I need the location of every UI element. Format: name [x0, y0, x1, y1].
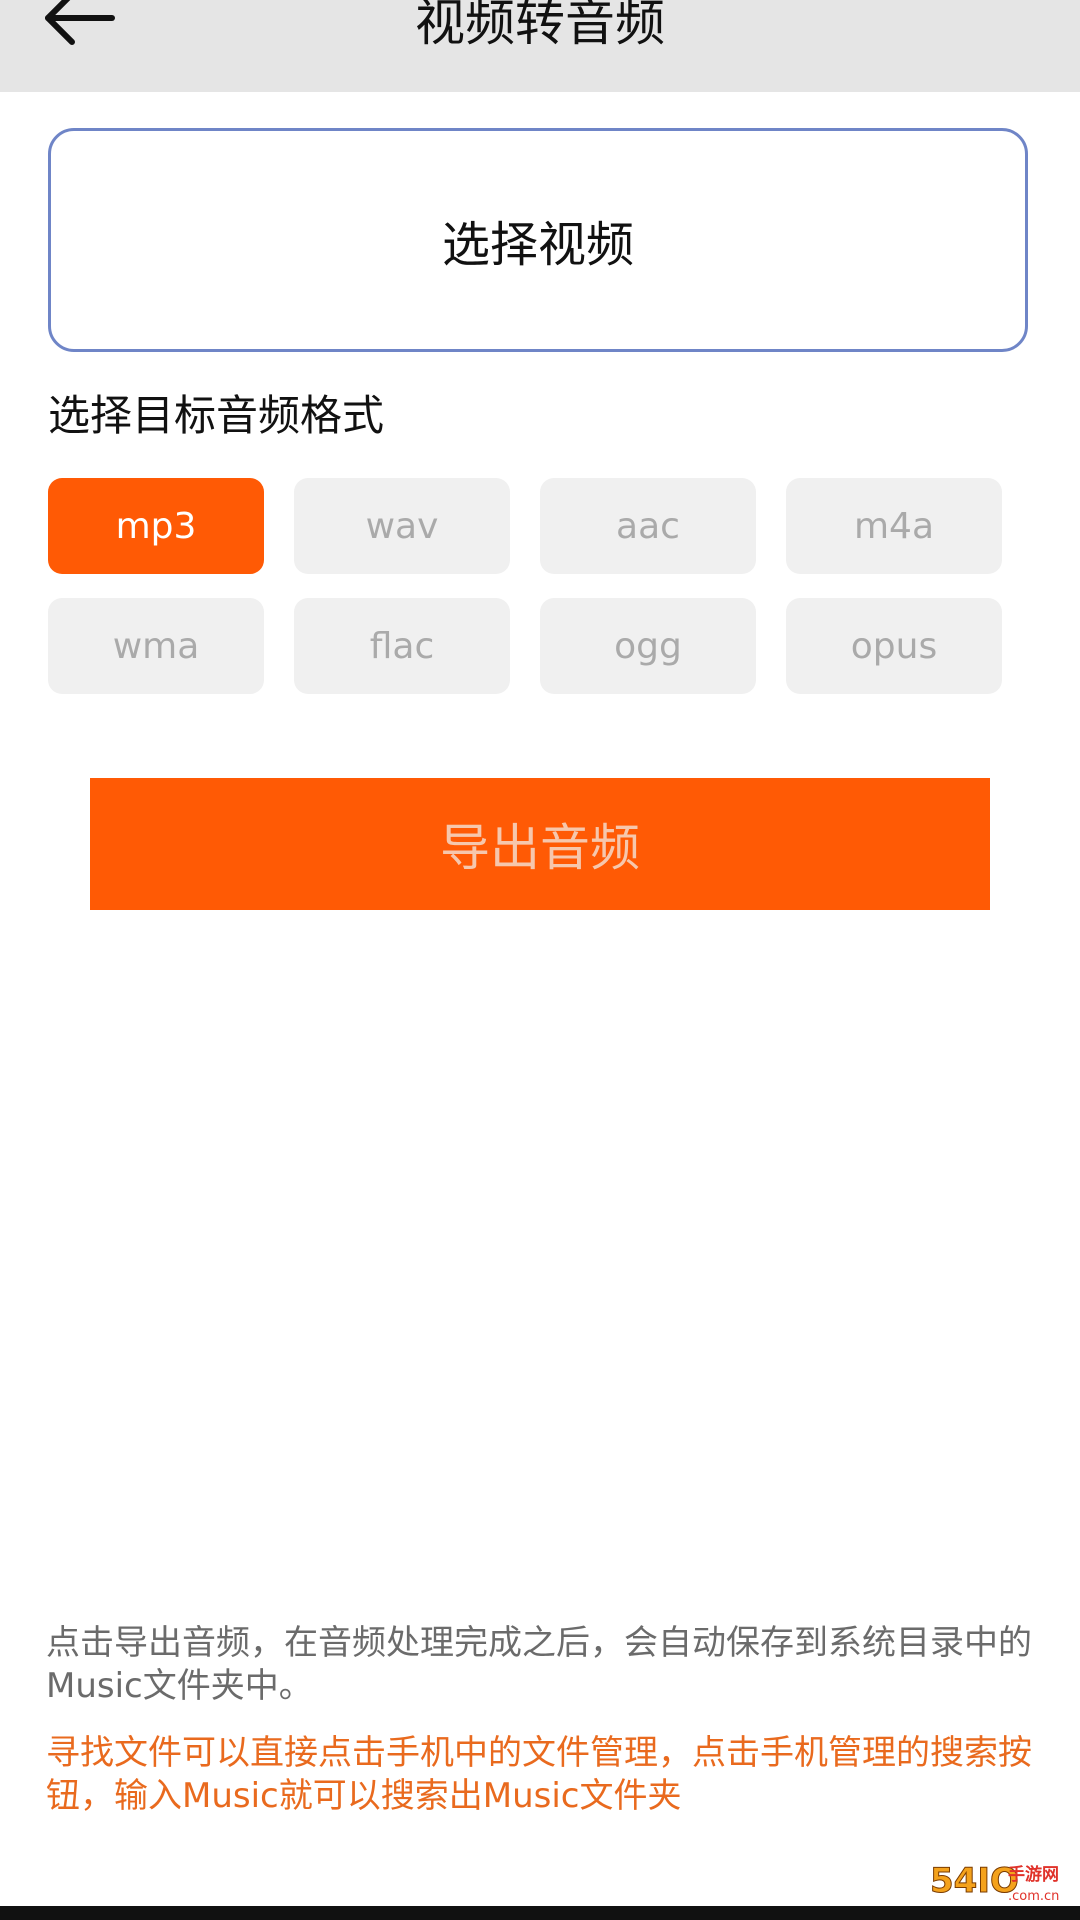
svg-text:.com.cn: .com.cn — [1008, 1889, 1059, 1904]
format-option-ogg[interactable]: ogg — [540, 598, 756, 694]
select-video-button[interactable]: 选择视频 — [48, 128, 1028, 352]
system-nav-bar — [0, 1906, 1080, 1920]
format-option-wav[interactable]: wav — [294, 478, 510, 574]
svg-text:手游网: 手游网 — [1008, 1864, 1059, 1885]
format-option-flac[interactable]: flac — [294, 598, 510, 694]
export-audio-button[interactable]: 导出音频 — [90, 778, 990, 910]
page-title: 视频转音频 — [415, 0, 665, 52]
svg-text:54IO: 54IO — [930, 1861, 1019, 1901]
format-section-label: 选择目标音频格式 — [48, 391, 385, 440]
format-option-mp3[interactable]: mp3 — [48, 478, 264, 574]
format-option-aac[interactable]: aac — [540, 478, 756, 574]
format-option-opus[interactable]: opus — [786, 598, 1002, 694]
format-option-m4a[interactable]: m4a — [786, 478, 1002, 574]
info-text: 点击导出音频，在音频处理完成之后，会自动保存到系统目录中的Music文件夹中。 — [46, 1623, 1032, 1706]
format-option-wma[interactable]: wma — [48, 598, 264, 694]
watermark-logo: 54IO 手游网 .com.cn — [930, 1861, 1060, 1905]
app-header: 视频转音频 — [0, 0, 1080, 92]
tip-text: 寻找文件可以直接点击手机中的文件管理，点击手机管理的搜索按钮，输入Music就可… — [46, 1733, 1032, 1816]
